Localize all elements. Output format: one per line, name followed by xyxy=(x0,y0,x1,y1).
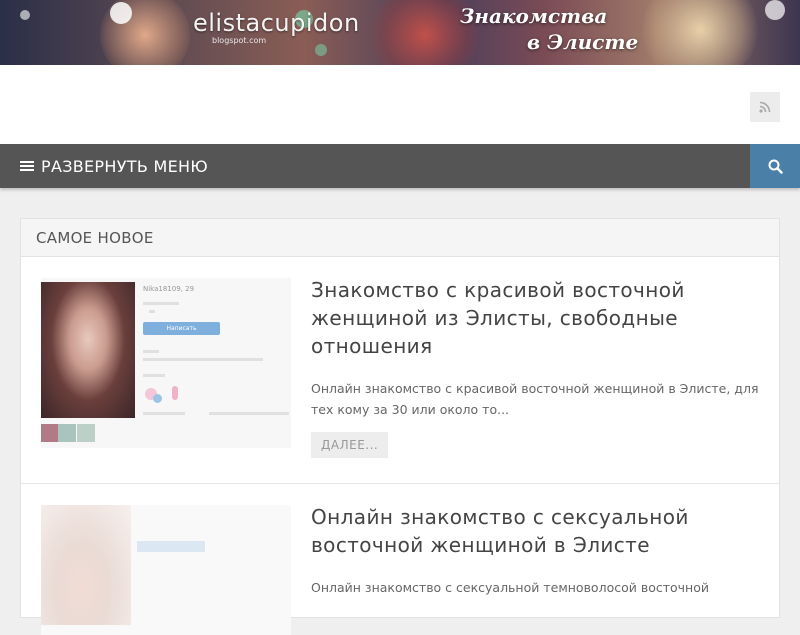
post-title[interactable]: Онлайн знакомство с сексуальной восточно… xyxy=(311,503,761,559)
banner-photo-blur xyxy=(640,0,760,65)
thumb-mini-photo xyxy=(58,424,76,442)
profile-photo xyxy=(41,505,131,625)
banner-light xyxy=(315,44,327,56)
thumb-text-line xyxy=(143,412,185,415)
gift-icon xyxy=(153,394,162,403)
thumb-write-button xyxy=(137,541,205,552)
post-item: Nika18109, 29 Написать Знакомство с крас… xyxy=(21,258,779,484)
tagline-line1: Знакомства xyxy=(460,4,608,28)
rss-icon xyxy=(759,101,771,113)
header-banner[interactable]: elistacupidon blogspot.com Знакомства в … xyxy=(0,0,800,65)
profile-photo xyxy=(41,282,135,418)
rss-button[interactable] xyxy=(750,92,780,122)
thumb-text-line xyxy=(209,412,289,415)
post-excerpt: Онлайн знакомство с красивой восточной ж… xyxy=(311,381,759,417)
post-thumbnail[interactable] xyxy=(41,505,291,635)
latest-posts-panel: САМОЕ НОВОЕ Nika18109, 29 Написать Знако… xyxy=(20,218,780,635)
search-icon xyxy=(768,159,783,174)
expand-menu-button[interactable]: РАЗВЕРНУТЬ МЕНЮ xyxy=(20,144,208,188)
panel-header: САМОЕ НОВОЕ xyxy=(21,219,779,257)
site-subtitle: blogspot.com xyxy=(212,36,267,45)
post-thumbnail[interactable]: Nika18109, 29 Написать xyxy=(41,278,291,448)
thumb-text-line xyxy=(149,310,155,313)
thumb-username: Nika18109, 29 xyxy=(143,285,195,293)
post-title[interactable]: Знакомство с красивой восточной женщиной… xyxy=(311,276,761,360)
site-title: elistacupidon xyxy=(193,9,360,37)
tagline-line2: в Элисте xyxy=(527,30,639,54)
thumb-text-line xyxy=(143,358,263,361)
banner-light xyxy=(20,10,30,20)
thumb-write-button: Написать xyxy=(143,322,220,335)
gift-icon xyxy=(172,386,178,400)
header-whitebar xyxy=(0,65,800,144)
hamburger-icon xyxy=(20,159,34,173)
thumb-mini-photo xyxy=(77,424,95,442)
search-button[interactable] xyxy=(750,144,800,188)
expand-menu-label: РАЗВЕРНУТЬ МЕНЮ xyxy=(41,156,208,176)
read-more-button[interactable]: ДАЛЕЕ... xyxy=(311,432,389,458)
banner-light xyxy=(765,0,785,20)
thumb-mini-photo xyxy=(41,424,59,442)
banner-light xyxy=(110,2,132,24)
main-navbar: РАЗВЕРНУТЬ МЕНЮ xyxy=(0,144,800,188)
post-item: Онлайн знакомство с сексуальной восточно… xyxy=(21,485,779,635)
thumb-text-line xyxy=(143,350,159,353)
thumb-text-line xyxy=(143,374,165,377)
section-title: САМОЕ НОВОЕ xyxy=(36,228,154,247)
thumb-text-line xyxy=(143,302,179,305)
post-excerpt: Онлайн знакомство с сексуальной темновол… xyxy=(311,580,709,595)
